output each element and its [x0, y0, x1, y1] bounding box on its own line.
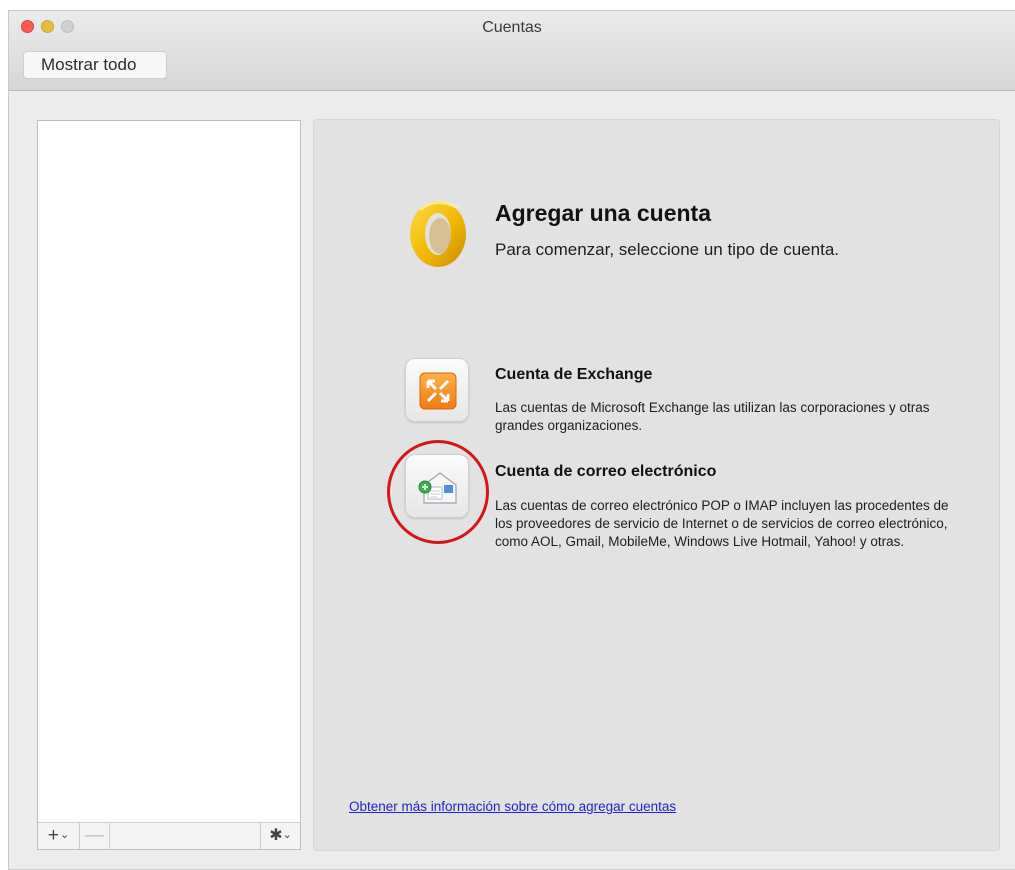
exchange-account-button[interactable] [405, 358, 469, 422]
accounts-list-toolbar: +⌄ — ✱⌄ [38, 822, 300, 849]
title-bar: Cuentas Mostrar todo [9, 11, 1015, 91]
chevron-down-icon: ⌄ [59, 829, 70, 841]
email-option-description: Las cuentas de correo electrónico POP o … [495, 498, 949, 549]
page-title: Agregar una cuenta [495, 200, 711, 226]
exchange-icon [419, 372, 457, 410]
email-account-button[interactable] [405, 454, 469, 518]
outlook-logo-icon [410, 201, 466, 267]
email-option-title[interactable]: Cuenta de correo electrónico [495, 463, 716, 481]
email-account-icon [418, 472, 457, 504]
remove-account-button[interactable]: — [80, 823, 110, 849]
accounts-list[interactable]: +⌄ — ✱⌄ [37, 120, 301, 850]
chevron-down-icon: ⌄ [282, 829, 292, 841]
learn-more-link[interactable]: Obtener más información sobre cómo agreg… [349, 799, 676, 814]
exchange-option-title[interactable]: Cuenta de Exchange [495, 366, 652, 384]
window-title: Cuentas [482, 19, 542, 36]
page-subtitle: Para comenzar, seleccione un tipo de cue… [495, 240, 839, 259]
show-all-button[interactable]: Mostrar todo [23, 51, 167, 79]
add-account-panel: Agregar una cuenta Para comenzar, selecc… [313, 119, 1000, 851]
minus-icon: — [85, 825, 104, 846]
add-account-button[interactable]: +⌄ [38, 823, 80, 849]
exchange-option-description: Las cuentas de Microsoft Exchange las ut… [495, 400, 930, 433]
account-actions-button[interactable]: ✱⌄ [260, 823, 300, 849]
plus-icon: + [47, 825, 59, 846]
gear-icon: ✱ [269, 827, 283, 844]
accounts-window: Cuentas Mostrar todo +⌄ — ✱⌄ Agregar una… [8, 10, 1015, 870]
